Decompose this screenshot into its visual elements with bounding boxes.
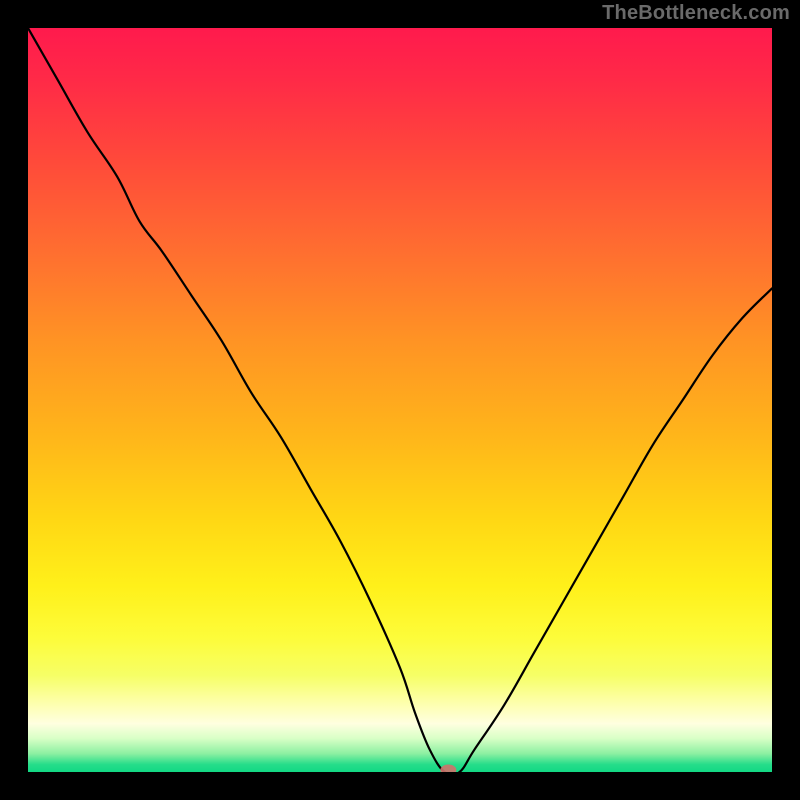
chart-frame: TheBottleneck.com [0, 0, 800, 800]
plot-background [28, 28, 772, 772]
plot-area [28, 28, 772, 772]
watermark-label: TheBottleneck.com [602, 2, 790, 25]
plot-svg [28, 28, 772, 772]
